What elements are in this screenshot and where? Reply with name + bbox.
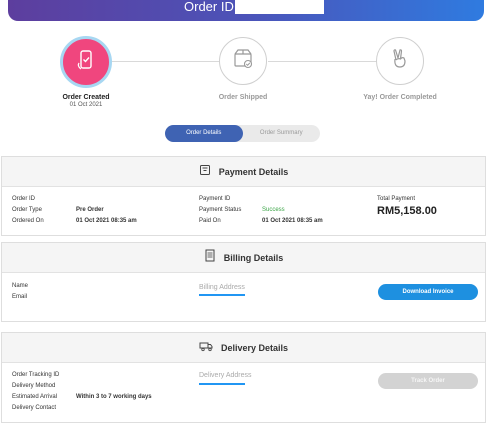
billing-details-header: Billing Details <box>2 243 485 273</box>
step-order-completed <box>376 37 424 85</box>
email-label: Email <box>12 294 28 300</box>
step-date: 01 Oct 2021 <box>69 102 103 108</box>
step-order-created <box>60 36 112 88</box>
payment-details-card: Payment Details Order ID Order Type Pre … <box>1 156 486 236</box>
delivery-address-underline <box>199 383 245 385</box>
payment-status-label: Payment Status <box>199 207 242 213</box>
step-label: Order Created <box>62 94 110 101</box>
tab-order-summary[interactable]: Order Summary <box>243 125 321 142</box>
delivery-method-label: Delivery Method <box>12 383 56 389</box>
track-order-button[interactable]: Track Order <box>378 373 478 389</box>
step-label: Order Shipped <box>218 94 268 101</box>
billing-address-title: Billing Address <box>199 284 245 291</box>
billing-address-underline <box>199 294 245 296</box>
truck-icon <box>199 339 213 357</box>
victory-hand-icon <box>388 47 412 76</box>
total-payment-label: Total Payment <box>377 196 416 202</box>
progress-connector <box>268 61 378 62</box>
invoice-icon <box>204 249 216 267</box>
step-label: Yay! Order Completed <box>363 94 437 101</box>
name-label: Name <box>12 283 29 289</box>
step-order-shipped <box>219 37 267 85</box>
order-id-label: Order ID <box>12 196 36 202</box>
delivery-contact-label: Delivery Contact <box>12 405 57 411</box>
billing-details-title: Billing Details <box>223 252 284 263</box>
payment-details-header: Payment Details <box>2 157 485 187</box>
ordered-on-value: 01 Oct 2021 08:35 am <box>76 218 137 224</box>
paid-on-label: Paid On <box>199 218 221 224</box>
payment-status-value: Success <box>262 207 285 213</box>
tracking-id-label: Order Tracking ID <box>12 372 60 378</box>
estimated-arrival-value: Within 3 to 7 working days <box>76 394 152 400</box>
receipt-icon <box>199 163 211 181</box>
ordered-on-label: Ordered On <box>12 218 44 224</box>
tab-order-details[interactable]: Order Details <box>165 125 243 142</box>
box-check-icon <box>231 47 255 76</box>
billing-details-card: Billing Details Name Email Billing Addre… <box>1 242 486 322</box>
order-id-title: Order ID: <box>184 0 238 14</box>
progress-connector <box>112 61 220 62</box>
estimated-arrival-label: Estimated Arrival <box>12 394 58 400</box>
total-payment-value: RM5,158.00 <box>377 205 437 217</box>
delivery-details-header: Delivery Details <box>2 333 485 363</box>
order-type-label: Order Type <box>12 207 42 213</box>
order-tabs: Order Details Order Summary <box>165 125 320 142</box>
payment-id-label: Payment ID <box>199 196 231 202</box>
delivery-details-card: Delivery Details Order Tracking ID Deliv… <box>1 332 486 423</box>
paid-on-value: 01 Oct 2021 08:35 am <box>262 218 323 224</box>
delivery-details-title: Delivery Details <box>220 342 289 353</box>
phone-check-icon <box>75 49 97 76</box>
delivery-address-title: Delivery Address <box>199 372 252 379</box>
order-header: Order ID: <box>8 0 484 21</box>
order-type-value: Pre Order <box>76 207 104 213</box>
download-invoice-button[interactable]: Download Invoice <box>378 284 478 300</box>
order-id-value <box>235 0 324 14</box>
payment-details-title: Payment Details <box>218 166 289 177</box>
